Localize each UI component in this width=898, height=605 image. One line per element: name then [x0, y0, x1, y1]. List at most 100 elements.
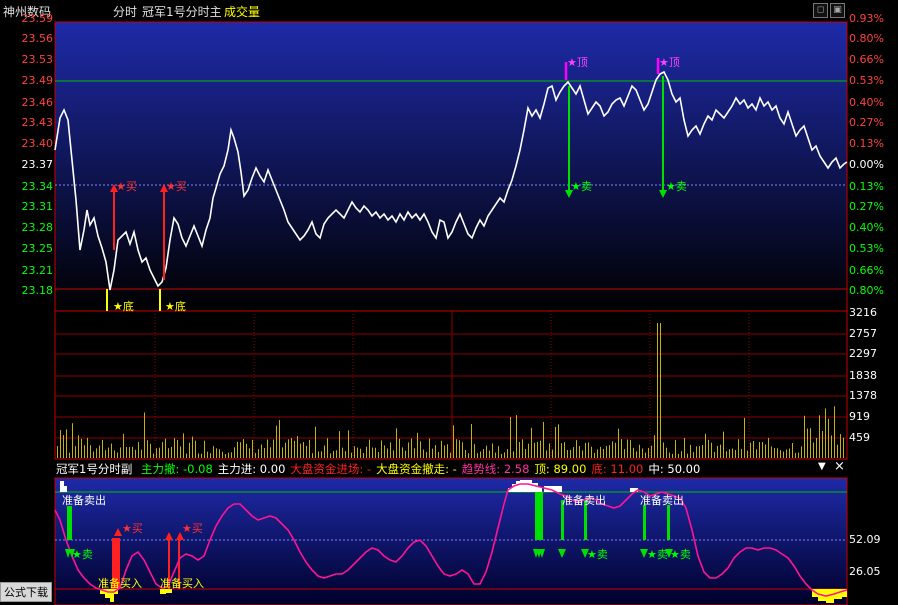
volume-bar	[429, 438, 430, 458]
price-tick: 23.46	[21, 96, 54, 109]
price-tick: 23.49	[21, 74, 54, 87]
intraday-chart[interactable]	[0, 0, 898, 605]
sub-sell-signal-4: ★卖	[670, 548, 691, 561]
volume-bar	[90, 445, 91, 458]
volume-bar	[621, 439, 622, 458]
volume-bar	[426, 451, 427, 458]
price-tick: 23.40	[21, 137, 54, 150]
volume-bar	[708, 439, 709, 458]
volume-bar	[237, 441, 238, 458]
volume-bar	[810, 428, 811, 458]
volume-bar	[834, 406, 835, 458]
volume-bar	[267, 439, 268, 458]
volume-bar	[567, 449, 568, 458]
volume-bar	[396, 428, 397, 458]
legend-item: 大盘资金进场: -	[290, 462, 372, 476]
percent-tick: 0.13%	[849, 180, 884, 193]
legend-item: 顶: 89.00	[534, 462, 587, 476]
volume-bar	[165, 438, 166, 458]
volume-bar	[351, 452, 352, 458]
volume-bar	[243, 439, 244, 458]
volume-bar	[843, 437, 844, 458]
volume-bar	[447, 444, 448, 458]
volume-bar	[462, 442, 463, 458]
volume-bar	[291, 438, 292, 458]
percent-tick: 0.66%	[849, 264, 884, 277]
volume-bar	[264, 447, 265, 458]
volume-bar	[399, 438, 400, 458]
volume-bar	[828, 418, 829, 458]
volume-panel	[54, 310, 848, 460]
collapse-icon[interactable]: ▼	[818, 461, 826, 472]
volume-bar	[531, 427, 532, 458]
volume-bar	[690, 444, 691, 458]
volume-bar	[627, 439, 628, 458]
volume-bar	[552, 449, 553, 458]
volume-tick: 1378	[849, 389, 877, 402]
volume-bar	[489, 450, 490, 458]
volume-bar	[312, 453, 313, 458]
volume-bar	[654, 435, 655, 458]
legend-item: 大盘资金撤走: -	[376, 462, 457, 476]
volume-bar	[624, 449, 625, 458]
volume-bar	[108, 447, 109, 458]
price-tick: 23.21	[21, 264, 54, 277]
formula-download-button[interactable]: 公式下载	[0, 582, 52, 602]
sub-indicator-name[interactable]: 冠军1号分时副	[56, 462, 132, 476]
price-panel	[54, 21, 848, 312]
volume-bar	[360, 448, 361, 458]
volume-bar	[753, 440, 754, 458]
volume-bar	[327, 438, 328, 458]
volume-bar	[804, 415, 805, 458]
price-tick: 23.25	[21, 242, 54, 255]
volume-bar	[543, 421, 544, 458]
volume-bar	[780, 450, 781, 458]
volume-bar	[549, 443, 550, 458]
legend-item: 底: 11.00	[591, 462, 644, 476]
volume-bar	[375, 447, 376, 458]
close-icon[interactable]: ×	[834, 459, 845, 474]
volume-bar	[522, 439, 523, 458]
volume-bar	[216, 448, 217, 458]
volume-bar	[555, 426, 556, 458]
percent-tick: 0.40%	[849, 96, 884, 109]
percent-tick: 0.80%	[849, 32, 884, 45]
volume-bar	[597, 449, 598, 458]
volume-bar	[732, 448, 733, 458]
volume-bar	[759, 441, 760, 458]
volume-bar	[576, 440, 577, 458]
volume-bar	[342, 447, 343, 458]
volume-bar	[414, 448, 415, 458]
volume-bar	[324, 445, 325, 458]
volume-bar	[273, 439, 274, 458]
volume-bar	[105, 450, 106, 458]
volume-bar	[675, 440, 676, 458]
sub-sell-signal-1: ★卖	[72, 548, 93, 561]
volume-bar	[720, 444, 721, 458]
volume-bar	[195, 440, 196, 458]
prepare-sell-label-3: 准备卖出	[640, 494, 684, 507]
volume-bar	[795, 452, 796, 458]
volume-bar	[441, 440, 442, 458]
volume-bar	[474, 444, 475, 458]
volume-bar	[789, 448, 790, 458]
volume-bar	[102, 439, 103, 458]
volume-tick: 919	[849, 410, 870, 423]
volume-bar	[534, 442, 535, 458]
volume-tick: 2297	[849, 347, 877, 360]
volume-bar	[471, 424, 472, 458]
volume-bar	[558, 424, 559, 458]
volume-bar	[69, 452, 70, 458]
volume-bar	[408, 442, 409, 458]
volume-bar	[564, 442, 565, 458]
volume-tick: 3216	[849, 306, 877, 319]
volume-bar	[282, 447, 283, 458]
volume-bar	[468, 453, 469, 458]
legend-item: 主力撤: -0.08	[140, 462, 213, 476]
volume-bar	[585, 442, 586, 458]
volume-bar	[657, 323, 658, 458]
volume-bar	[393, 450, 394, 458]
volume-bar	[615, 442, 616, 458]
volume-bar	[222, 451, 223, 458]
volume-bar	[774, 447, 775, 458]
